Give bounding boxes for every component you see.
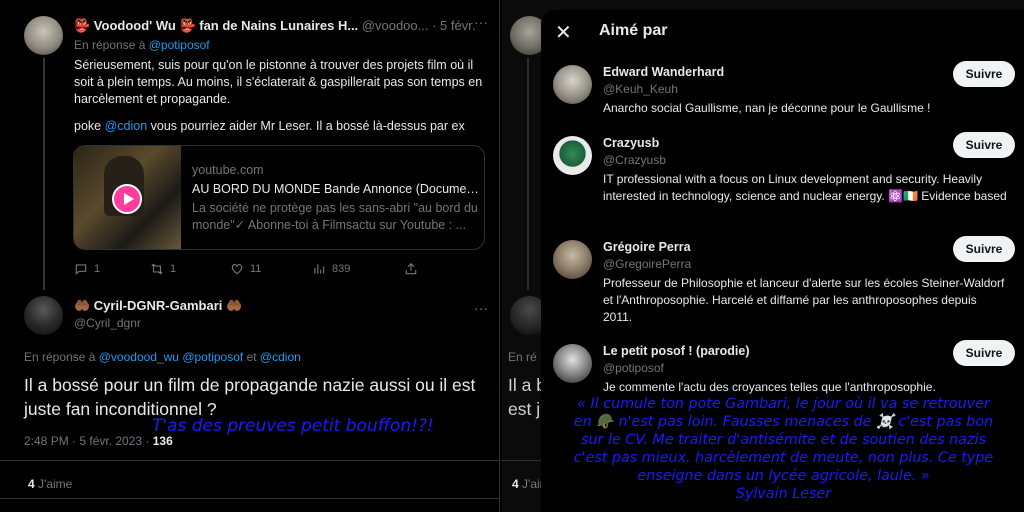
tweet1-time[interactable]: · 5 févr. — [432, 18, 475, 33]
user-bio: Professeur de Philosophie et lanceur d'a… — [603, 276, 1005, 324]
divider — [502, 460, 542, 461]
avatar-potiposof[interactable] — [553, 344, 592, 383]
reply-prefix: En réponse à — [74, 38, 146, 52]
card-desc: monde"✓ Abonne-toi à Filmsactu sur Youtu… — [192, 218, 467, 232]
user-name[interactable]: Edward Wanderhard — [603, 65, 724, 79]
tweet2-handle[interactable]: @Cyril_dgnr — [74, 316, 141, 330]
likes-count: 4 — [512, 477, 519, 491]
mention-link[interactable]: @potiposof — [149, 38, 210, 52]
user-handle: @potiposof — [603, 361, 664, 375]
quote-line: « Il cumule ton pote Gambari, le jour où… — [577, 396, 990, 412]
close-icon[interactable]: ✕ — [555, 20, 572, 45]
tweet1-text-line: harcèlement et propagande. — [74, 92, 231, 106]
views-count: 839 — [332, 263, 351, 275]
tweet1-header: 👺 Voodood' Wu 👺 fan de Nains Lunaires H.… — [74, 18, 475, 34]
follow-button[interactable]: Suivre — [953, 340, 1015, 366]
tweet1-text: Sérieusement, suis pour qu'on le pistonn… — [74, 57, 494, 108]
poke-suffix: vous pourriez aider Mr Leser. Il a bossé… — [150, 119, 465, 133]
like-icon — [231, 264, 243, 275]
user-handle: @Crazyusb — [603, 153, 666, 167]
tweet2-views-count: 136 — [152, 434, 173, 448]
mention-link[interactable]: @voodood_wu — [99, 350, 179, 364]
reply-prefix: En réponse à — [24, 350, 96, 364]
tweet2-likes[interactable]: 4 J'aime — [28, 477, 72, 491]
divider — [0, 460, 500, 461]
tweet2-meta: 2:48 PM · 5 févr. 2023 · 136 vues — [24, 434, 173, 448]
poke-prefix: poke — [74, 119, 102, 133]
reply-fragment: En ré — [508, 350, 537, 364]
mention-link[interactable]: @cdion — [260, 350, 301, 364]
retweet-icon — [151, 263, 163, 275]
tweet1-actions: 1 1 11 839 — [74, 262, 434, 278]
user-bio: Anarcho social Gaullisme, nan je déconne… — [603, 101, 931, 115]
views-button[interactable]: 839 — [312, 262, 350, 276]
play-icon[interactable] — [112, 184, 142, 214]
card-thumbnail — [74, 146, 181, 249]
card-desc: La société ne protège pas les sans-abri … — [192, 201, 478, 215]
overlay-comment: T'as des preuves petit bouffon!?! — [152, 416, 434, 436]
user-bio: Je commente l'actu des croyances telles … — [603, 380, 936, 394]
follow-button[interactable]: Suivre — [953, 61, 1015, 87]
user-name[interactable]: Grégoire Perra — [603, 240, 691, 254]
quote-overlay: « Il cumule ton pote Gambari, le jour où… — [543, 395, 1024, 503]
retweet-button[interactable]: 1 — [150, 262, 176, 276]
card-title: AU BORD DU MONDE Bande Annonce (Documen.… — [192, 182, 480, 196]
tweet1-text-line: Sérieusement, suis pour qu'on le pistonn… — [74, 58, 474, 72]
avatar-cyril[interactable] — [24, 296, 63, 335]
more-icon[interactable]: ··· — [474, 14, 488, 30]
avatar-crazyusb[interactable] — [553, 136, 592, 175]
tweet2-text: Il a bossé pour un film de propagande na… — [24, 375, 476, 419]
like-count: 11 — [250, 263, 262, 275]
quote-line: enseigne dans un lycée agricole, laule. … — [637, 468, 930, 484]
thread-connector — [527, 58, 529, 290]
card-text: youtube.com AU BORD DU MONDE Bande Annon… — [192, 162, 480, 234]
follow-button[interactable]: Suivre — [953, 236, 1015, 262]
user-name[interactable]: Crazyusb — [603, 136, 659, 150]
avatar-gregoire[interactable] — [553, 240, 592, 279]
reply-and: et — [246, 350, 257, 364]
user-bio: IT professional with a focus on Linux de… — [603, 172, 1007, 203]
more-icon[interactable]: ··· — [474, 300, 488, 316]
like-button[interactable]: 11 — [230, 262, 261, 276]
divider — [0, 498, 500, 499]
tweet1-handle[interactable]: @voodoo... — [362, 18, 429, 33]
user-handle: @Keuh_Keuh — [603, 82, 678, 96]
tweet1-poke: poke @cdion vous pourriez aider Mr Leser… — [74, 118, 494, 135]
retweet-count: 1 — [170, 263, 177, 275]
likes-count: 4 — [28, 477, 35, 491]
share-button[interactable] — [404, 262, 418, 276]
tweet2-reply-context: En réponse à @voodood_wu @potiposof et @… — [24, 350, 301, 364]
thread-panel: 👺 Voodood' Wu 👺 fan de Nains Lunaires H.… — [0, 0, 500, 512]
likes-label: J'aime — [38, 477, 73, 491]
tweet1-display-name[interactable]: 👺 Voodood' Wu 👺 fan de Nains Lunaires H.… — [74, 18, 358, 33]
avatar-voodood[interactable] — [24, 16, 63, 55]
user-handle: @GregoirePerra — [603, 257, 692, 271]
share-icon — [405, 262, 417, 275]
tweet2-timestamp[interactable]: 2:48 PM · 5 févr. 2023 · — [24, 434, 149, 448]
card-domain: youtube.com — [192, 163, 264, 177]
avatar-edward[interactable] — [553, 65, 592, 104]
tweet1-reply-context: En réponse à @potiposof — [74, 38, 210, 52]
quote-line: en 🪖 n'est pas loin. Fausses menaces de … — [573, 414, 994, 430]
modal-title: Aimé par — [599, 22, 668, 39]
reply-button[interactable]: 1 — [74, 262, 100, 276]
tweet2-display-name[interactable]: 🤲🏾 Cyril-DGNR-Gambari 🤲🏾 — [74, 298, 242, 314]
reply-count: 1 — [94, 263, 101, 275]
reply-icon — [75, 264, 87, 275]
quote-signature: Sylvain Leser — [735, 486, 832, 502]
link-card[interactable]: youtube.com AU BORD DU MONDE Bande Annon… — [73, 145, 485, 250]
thread-connector — [43, 58, 45, 290]
mention-link[interactable]: @cdion — [105, 119, 148, 133]
mention-link[interactable]: @potiposof — [182, 350, 243, 364]
follow-button[interactable]: Suivre — [953, 132, 1015, 158]
quote-line: c'est pas mieux. harcèlement de meute, n… — [573, 450, 994, 466]
quote-line: sur le CV. Me traiter d'antisémite et de… — [581, 432, 986, 448]
views-icon — [314, 264, 325, 274]
tweet1-text-line: soit à plein temps. Au moins, il s'éclat… — [74, 75, 483, 89]
user-name[interactable]: Le petit posof ! (parodie) — [603, 344, 750, 358]
